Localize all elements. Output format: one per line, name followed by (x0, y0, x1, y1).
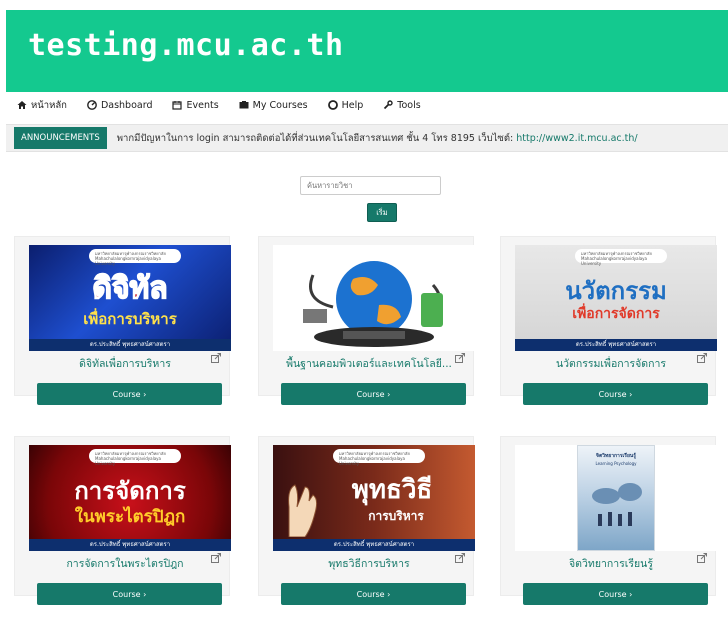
nav-help-label: Help (341, 99, 364, 111)
banner-author: ดร.ประสิทธิ์ พุทธศาสน์ศาสตรา (273, 539, 475, 551)
course-button[interactable]: Course › (523, 583, 708, 605)
announcement-bar: ANNOUNCEMENTS พากมีปัญหาในการ login สามา… (6, 124, 728, 152)
help-icon (327, 100, 338, 110)
external-link-icon[interactable] (211, 553, 221, 563)
course-card: มหาวิทยาลัยมหาจุฬาลงกรณราชวิทยาลัย Mahac… (14, 236, 231, 405)
university-logo-banner: มหาวิทยาลัยมหาจุฬาลงกรณราชวิทยาลัย Mahac… (333, 449, 425, 466)
course-title[interactable]: พุทธวิธีการบริหาร (269, 555, 469, 572)
course-card: จิตวิทยาการเรียนรู้ Learning Psychology … (500, 436, 717, 605)
banner-sub-text: ในพระไตรปิฎก (74, 507, 186, 527)
announcement-badge: ANNOUNCEMENTS (14, 127, 107, 149)
course-button[interactable]: Course › (281, 383, 466, 405)
course-card: มหาวิทยาลัยมหาจุฬาลงกรณราชวิทยาลัย Mahac… (500, 236, 717, 405)
course-card: พื้นฐานคอมพิวเตอร์และเทคโนโลยี... Course… (258, 236, 475, 405)
course-image[interactable]: มหาวิทยาลัยมหาจุฬาลงกรณราชวิทยาลัย Mahac… (29, 245, 231, 351)
announcement-link[interactable]: http://www2.it.mcu.ac.th/ (516, 133, 637, 144)
site-title[interactable]: testing.mcu.ac.th (28, 28, 344, 63)
nav-dashboard-label: Dashboard (100, 99, 153, 111)
course-image[interactable]: มหาวิทยาลัยมหาจุฬาลงกรณราชวิทยาลัย Mahac… (273, 445, 475, 551)
banner-sub-text: เพื่อการบริหาร (83, 310, 177, 328)
courses-icon (239, 101, 249, 109)
course-image[interactable] (273, 245, 475, 351)
banner-sub-text: เพื่อการจัดการ (572, 306, 660, 322)
banner-author: ดร.ประสิทธิ์ พุทธศาสน์ศาสตรา (515, 339, 717, 351)
world-map-illustration (592, 483, 642, 526)
nav-tools[interactable]: Tools (383, 99, 421, 111)
external-link-icon[interactable] (455, 553, 465, 563)
banner-main-text: พุทธวิธี (351, 475, 433, 505)
computer-globe-illustration (303, 261, 443, 347)
site-header: testing.mcu.ac.th (6, 10, 728, 92)
course-button[interactable]: Course › (523, 383, 708, 405)
external-link-icon[interactable] (697, 353, 707, 363)
course-title[interactable]: นวัตกรรมเพื่อการจัดการ (511, 355, 711, 372)
nav-help[interactable]: Help (327, 99, 364, 111)
external-link-icon[interactable] (697, 553, 707, 563)
nav-events-label: Events (186, 99, 219, 111)
course-search-input[interactable] (300, 176, 441, 195)
banner-author: ดร.ประสิทธิ์ พุทธศาสน์ศาสตรา (29, 539, 231, 551)
course-title[interactable]: การจัดการในพระไตรปิฎก (25, 555, 225, 572)
book-cover: จิตวิทยาการเรียนรู้ Learning Psychology (577, 445, 655, 551)
banner-author: ดร.ประสิทธิ์ พุทธศาสน์ศาสตรา (29, 339, 231, 351)
external-link-icon[interactable] (211, 353, 221, 363)
university-logo-banner: มหาวิทยาลัยมหาจุฬาลงกรณราชวิทยาลัย Mahac… (575, 249, 667, 266)
search-go-button[interactable]: เริ่ม (367, 203, 397, 222)
nav-home-label: หน้าหลัก (31, 99, 67, 111)
nav-home[interactable]: หน้าหลัก (17, 98, 67, 113)
course-image[interactable]: มหาวิทยาลัยมหาจุฬาลงกรณราชวิทยาลัย Mahac… (29, 445, 231, 551)
nav-dashboard[interactable]: Dashboard (87, 99, 153, 111)
book-cover-title: จิตวิทยาการเรียนรู้ (596, 453, 636, 459)
course-image[interactable]: จิตวิทยาการเรียนรู้ Learning Psychology (515, 445, 717, 551)
university-logo-banner: มหาวิทยาลัยมหาจุฬาลงกรณราชวิทยาลัย Mahac… (89, 449, 181, 466)
calendar-icon (172, 101, 183, 110)
course-button[interactable]: Course › (281, 583, 466, 605)
banner-main-text: ดิจิทัล (92, 270, 169, 307)
home-icon (17, 101, 27, 109)
nav-events[interactable]: Events (172, 99, 219, 111)
course-card: มหาวิทยาลัยมหาจุฬาลงกรณราชวิทยาลัย Mahac… (258, 436, 475, 605)
nav-my-courses-label: My Courses (252, 99, 308, 111)
course-image[interactable]: มหาวิทยาลัยมหาจุฬาลงกรณราชวิทยาลัย Mahac… (515, 245, 717, 351)
banner-sub-text: การบริหาร (368, 509, 424, 523)
course-title[interactable]: พื้นฐานคอมพิวเตอร์และเทคโนโลยี... (269, 355, 469, 372)
announcement-message: พากมีปัญหาในการ login สามารถติดต่อได้ที่… (116, 132, 517, 144)
university-logo-banner: มหาวิทยาลัยมหาจุฬาลงกรณราชวิทยาลัย Mahac… (89, 249, 181, 266)
course-title[interactable]: ดิจิทัลเพื่อการบริหาร (25, 355, 225, 372)
course-card: มหาวิทยาลัยมหาจุฬาลงกรณราชวิทยาลัย Mahac… (14, 436, 231, 605)
course-title[interactable]: จิตวิทยาการเรียนรู้ (511, 555, 711, 572)
wrench-icon (384, 100, 393, 110)
dashboard-icon (87, 100, 97, 110)
nav-my-courses[interactable]: My Courses (239, 100, 308, 111)
nav-tools-label: Tools (397, 99, 421, 111)
course-button[interactable]: Course › (37, 383, 222, 405)
announcement-text: พากมีปัญหาในการ login สามารถติดต่อได้ที่… (117, 131, 638, 146)
external-link-icon[interactable] (455, 353, 465, 363)
main-navbar: หน้าหลัก Dashboard Events My Courses Hel… (6, 94, 728, 116)
course-button[interactable]: Course › (37, 583, 222, 605)
